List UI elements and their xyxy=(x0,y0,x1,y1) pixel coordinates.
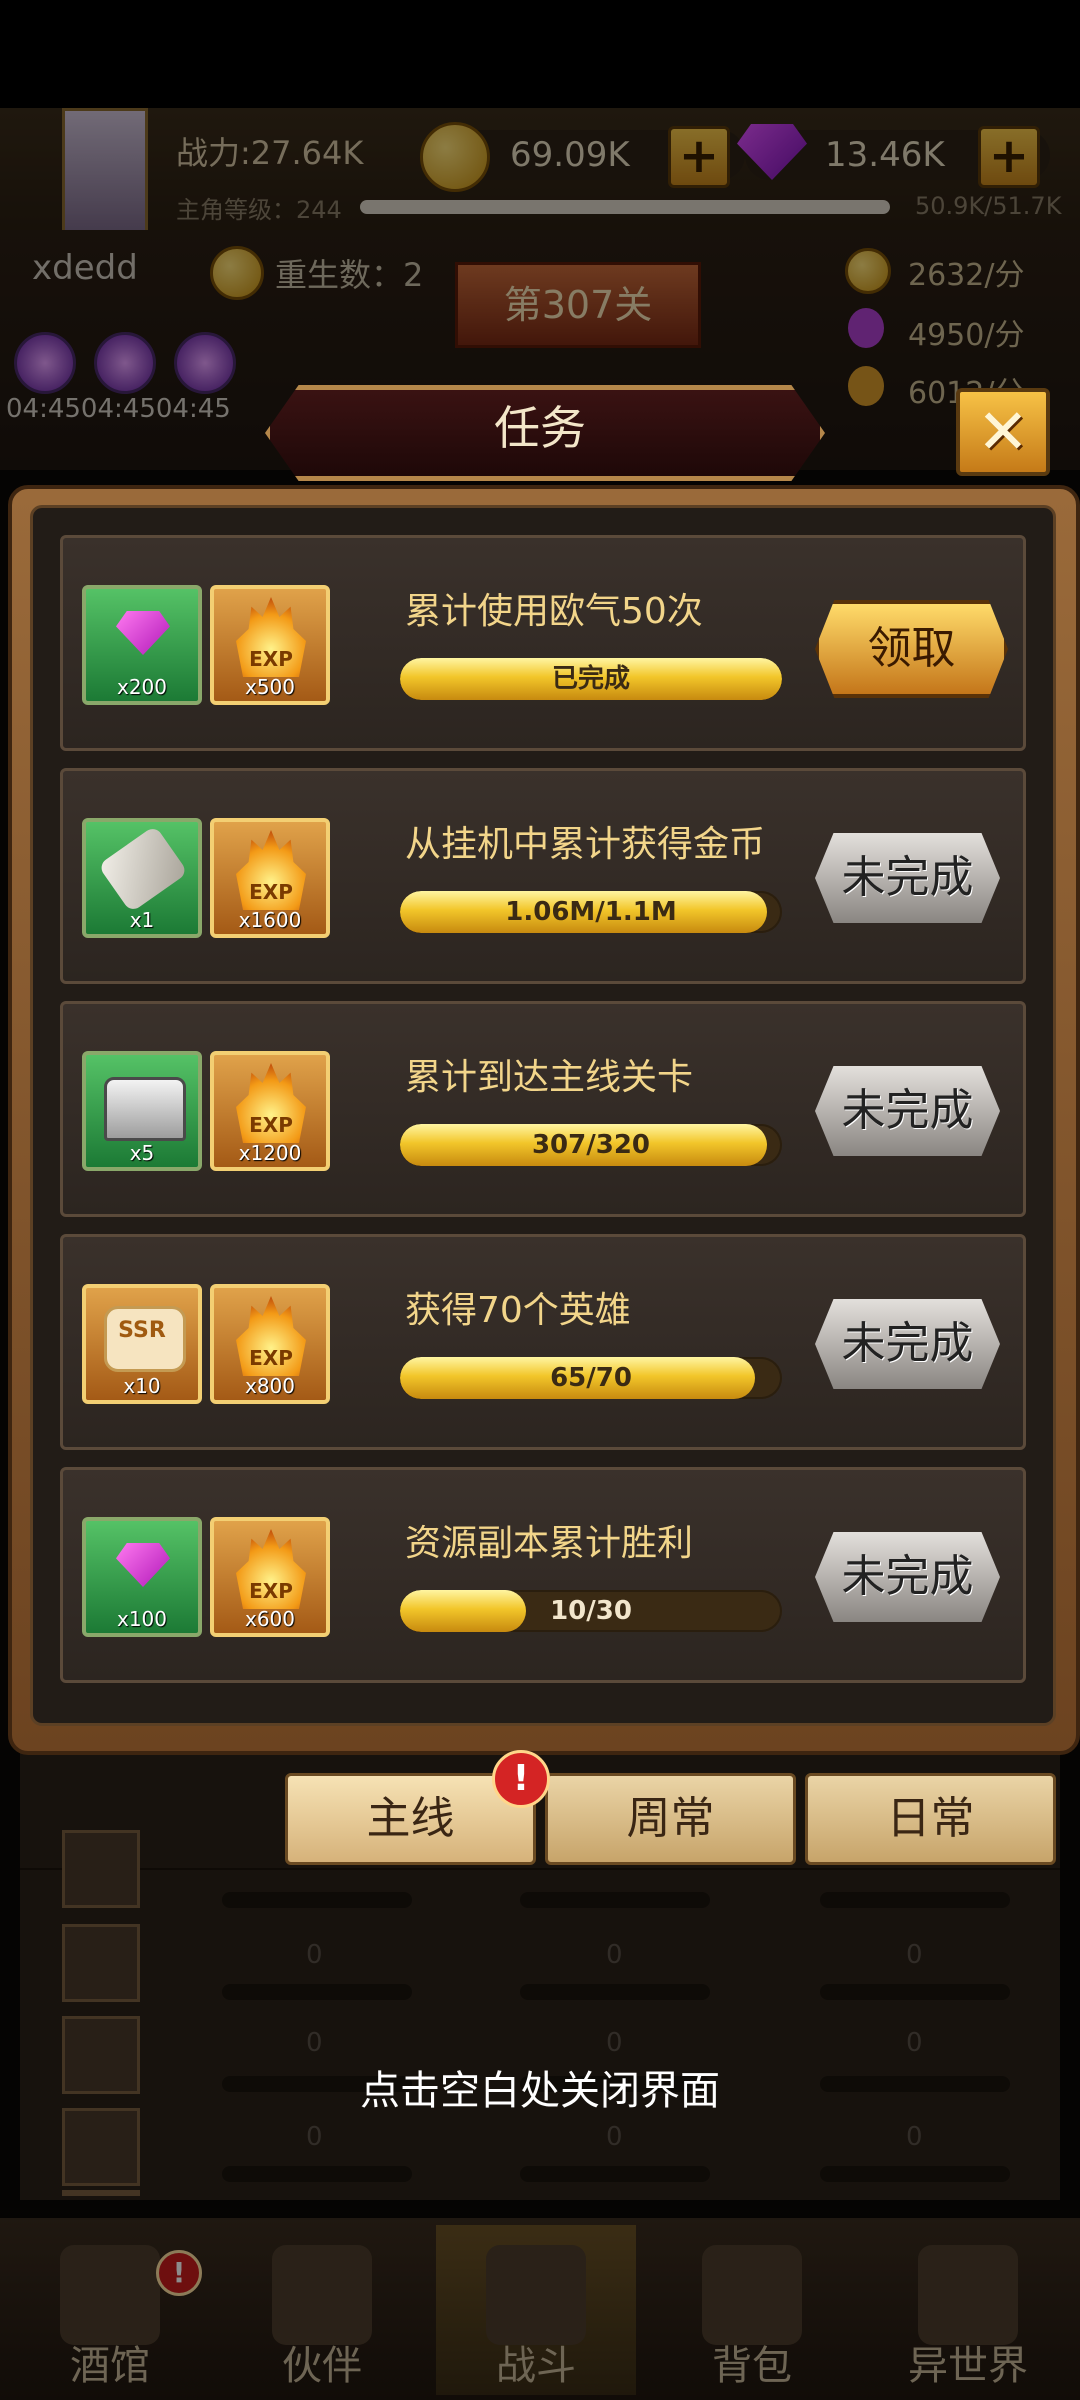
reward-qty: x600 xyxy=(244,1607,295,1631)
reward-qty: x200 xyxy=(116,675,167,699)
task-progress-bar: 1.06M/1.1M xyxy=(400,891,782,933)
dialog-title: 任务 xyxy=(494,401,586,455)
exp-icon-label: EXP xyxy=(249,1579,293,1603)
progress-text: 307/320 xyxy=(531,1130,651,1160)
chest-icon xyxy=(104,1077,186,1141)
claim-button[interactable]: 领取 xyxy=(815,600,1008,698)
task-title: 获得70个英雄 xyxy=(405,1290,631,1331)
incomplete-button[interactable]: 未完成 xyxy=(815,1532,1000,1622)
tab-alert-badge: ! xyxy=(492,1750,550,1808)
incomplete-button[interactable]: 未完成 xyxy=(815,1066,1000,1156)
reward-slot[interactable]: x100 xyxy=(82,1517,202,1637)
reward-slot[interactable]: x5 xyxy=(82,1051,202,1171)
reward-slot[interactable]: EXP x800 xyxy=(210,1284,330,1404)
reward-slot[interactable]: EXP x500 xyxy=(210,585,330,705)
reward-qty: x1600 xyxy=(238,908,302,932)
tab-weekly[interactable]: 周常 xyxy=(545,1773,796,1865)
task-progress-bar: 65/70 xyxy=(400,1357,782,1399)
reward-slot[interactable]: EXP x600 xyxy=(210,1517,330,1637)
gem-icon xyxy=(116,611,170,655)
ssr-icon-label: SSR xyxy=(118,1318,166,1343)
progress-text: 1.06M/1.1M xyxy=(505,897,677,927)
task-progress-bar: 已完成 xyxy=(400,658,782,700)
reward-slot[interactable]: x1 xyxy=(82,818,202,938)
reward-qty: x10 xyxy=(123,1374,161,1398)
close-button[interactable]: ✕ xyxy=(956,388,1050,476)
reward-qty: x1 xyxy=(129,908,155,932)
reward-slot[interactable]: EXP x1200 xyxy=(210,1051,330,1171)
close-hint: 点击空白处关闭界面 xyxy=(360,2068,720,2114)
progress-text: 已完成 xyxy=(551,664,630,694)
task-title: 累计使用欧气50次 xyxy=(405,591,703,632)
reward-slot[interactable]: EXP x1600 xyxy=(210,818,330,938)
reward-slot[interactable]: SSR x10 xyxy=(82,1284,202,1404)
exp-icon-label: EXP xyxy=(249,880,293,904)
reward-slot[interactable]: x200 xyxy=(82,585,202,705)
task-title: 从挂机中累计获得金币 xyxy=(405,824,766,865)
task-title: 累计到达主线关卡 xyxy=(405,1057,694,1098)
reward-qty: x5 xyxy=(129,1141,155,1165)
tab-daily[interactable]: 日常 xyxy=(805,1773,1056,1865)
reward-qty: x500 xyxy=(244,675,295,699)
progress-text: 10/30 xyxy=(550,1596,632,1626)
reward-qty: x800 xyxy=(244,1374,295,1398)
exp-icon-label: EXP xyxy=(249,1113,293,1137)
reward-qty: x1200 xyxy=(238,1141,302,1165)
scroll-icon xyxy=(97,825,189,913)
task-progress-bar: 307/320 xyxy=(400,1124,782,1166)
close-x-icon: ✕ xyxy=(977,395,1029,468)
progress-text: 65/70 xyxy=(550,1363,632,1393)
reward-qty: x100 xyxy=(116,1607,167,1631)
gem-icon xyxy=(116,1543,170,1587)
exp-icon-label: EXP xyxy=(249,647,293,671)
incomplete-button[interactable]: 未完成 xyxy=(815,1299,1000,1389)
task-progress-bar: 10/30 xyxy=(400,1590,782,1632)
exp-icon-label: EXP xyxy=(249,1346,293,1370)
task-title: 资源副本累计胜利 xyxy=(405,1523,694,1564)
incomplete-button[interactable]: 未完成 xyxy=(815,833,1000,923)
